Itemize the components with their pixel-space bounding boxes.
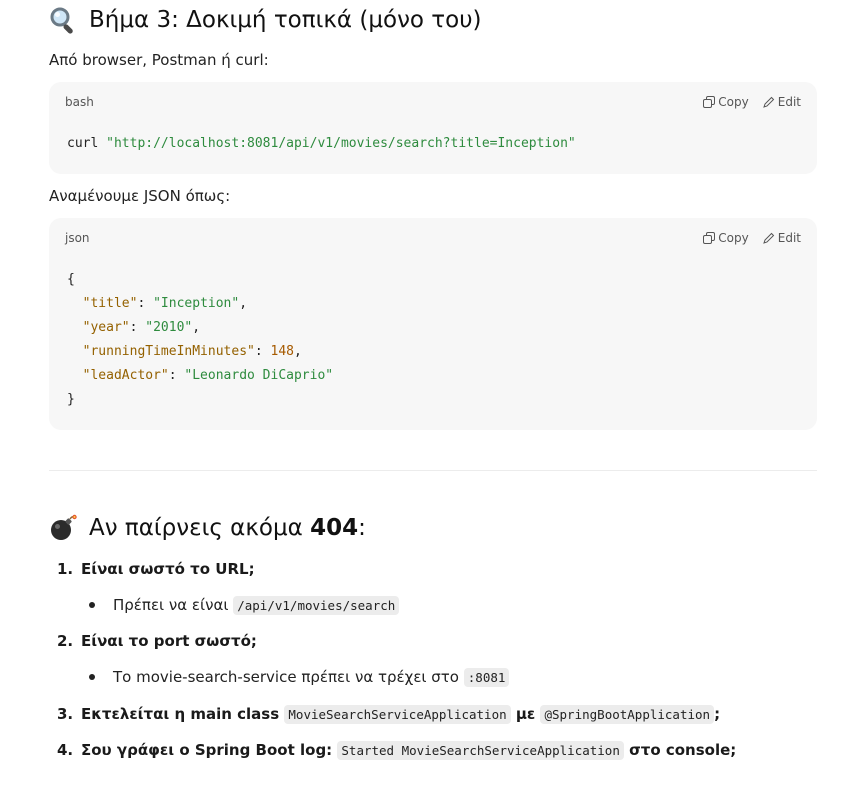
- bullet-dot: [89, 602, 95, 608]
- json-key: "year": [82, 320, 130, 335]
- code-command: curl: [67, 136, 99, 151]
- magnifier-icon: [49, 6, 77, 34]
- inline-code: :8081: [463, 668, 510, 687]
- json-close-brace: }: [67, 392, 75, 407]
- copy-button[interactable]: Copy: [703, 94, 749, 110]
- list-item: 3. Εκτελείται η main class MovieSearchSe…: [49, 703, 817, 725]
- json-value: "2010": [145, 320, 193, 335]
- expect-text: Αναμένουμε JSON όπως:: [49, 187, 231, 205]
- copy-icon: [703, 232, 716, 244]
- subitem-text: Το movie-search-service πρέπει να τρέχει…: [113, 668, 464, 686]
- list-subitem: Πρέπει να είναι /api/v1/movies/search: [49, 594, 817, 616]
- edit-button[interactable]: Edit: [762, 94, 801, 110]
- list-item: 4. Σου γράφει ο Spring Boot log: Started…: [49, 739, 817, 761]
- json-key: "leadActor": [82, 368, 169, 383]
- item-text: ;: [714, 705, 721, 723]
- bullet-dot: [89, 674, 95, 680]
- section-heading-404: Αν παίρνεις ακόμα 404:: [49, 512, 366, 544]
- code-content: { "title": "Inception", "year": "2010", …: [67, 272, 334, 407]
- code-block-bash: bash Copy Edit curl "http://localhost:80…: [49, 82, 817, 174]
- item-number: 1.: [57, 560, 74, 578]
- intro-text: Από browser, Postman ή curl:: [49, 51, 269, 69]
- json-sep: ,: [239, 296, 248, 311]
- code-block-json: json Copy Edit { "title": "Inception", "…: [49, 218, 817, 430]
- bomb-icon: [49, 514, 77, 542]
- pencil-icon: [762, 96, 774, 108]
- json-key: "runningTimeInMinutes": [82, 344, 255, 359]
- edit-label: Edit: [777, 231, 801, 245]
- code-language-label: bash: [65, 95, 94, 109]
- copy-label: Copy: [718, 95, 749, 109]
- section-title-pre: Αν παίρνεις ακόμα: [89, 515, 311, 541]
- item-number: 4.: [57, 741, 74, 759]
- section-title-bold: 404: [310, 515, 359, 541]
- item-number: 2.: [57, 632, 74, 650]
- item-text: στο console;: [623, 741, 737, 759]
- json-sep: ,: [192, 320, 201, 335]
- edit-button[interactable]: Edit: [762, 230, 801, 246]
- list-item: 1. Είναι σωστό το URL;: [49, 558, 817, 580]
- json-sep: ,: [293, 344, 302, 359]
- json-value: 148: [270, 344, 294, 359]
- code-url: "http://localhost:8081/api/v1/movies/sea…: [106, 136, 576, 151]
- list-item: 2. Είναι το port σωστό;: [49, 630, 817, 652]
- section-divider: [49, 470, 817, 471]
- code-content: curl "http://localhost:8081/api/v1/movie…: [67, 132, 576, 156]
- item-text: με: [510, 705, 541, 723]
- item-text: Είναι σωστό το URL;: [81, 560, 255, 578]
- item-text: Σου γράφει ο Spring Boot log:: [81, 741, 338, 759]
- section-title-post: :: [358, 515, 366, 541]
- subitem-text: Πρέπει να είναι: [113, 596, 234, 614]
- inline-code: /api/v1/movies/search: [233, 596, 400, 615]
- inline-code: @SpringBootApplication: [540, 705, 715, 724]
- json-value: "Leonardo DiCaprio": [184, 368, 334, 383]
- copy-icon: [703, 96, 716, 108]
- copy-button[interactable]: Copy: [703, 230, 749, 246]
- json-value: "Inception": [153, 296, 240, 311]
- item-text: Εκτελείται η main class: [81, 705, 285, 723]
- inline-code: MovieSearchServiceApplication: [284, 705, 511, 724]
- item-number: 3.: [57, 705, 74, 723]
- inline-code: Started MovieSearchServiceApplication: [337, 741, 624, 760]
- item-text: Είναι το port σωστό;: [81, 632, 257, 650]
- section-heading-step3: Βήμα 3: Δοκιμή τοπικά (μόνο του): [49, 4, 482, 36]
- pencil-icon: [762, 232, 774, 244]
- json-key: "title": [82, 296, 138, 311]
- edit-label: Edit: [777, 95, 801, 109]
- json-open-brace: {: [67, 272, 75, 287]
- section-title: Βήμα 3: Δοκιμή τοπικά (μόνο του): [89, 7, 482, 33]
- list-subitem: Το movie-search-service πρέπει να τρέχει…: [49, 666, 817, 688]
- code-language-label: json: [65, 231, 90, 245]
- copy-label: Copy: [718, 231, 749, 245]
